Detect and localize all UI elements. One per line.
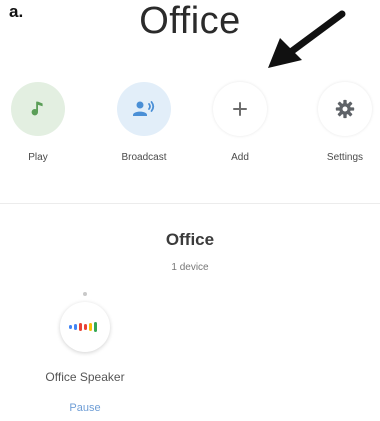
settings-button[interactable]: Settings (300, 82, 380, 163)
status-dot (83, 292, 87, 296)
broadcast-button[interactable]: Broadcast (99, 82, 189, 163)
gear-icon (335, 99, 355, 119)
plus-icon (233, 102, 247, 116)
settings-label: Settings (326, 152, 364, 163)
device-count: 1 device (171, 262, 209, 273)
section-divider (0, 203, 380, 204)
arrow-pointer-icon (268, 10, 346, 68)
speaker-equalizer-icon (69, 322, 97, 332)
play-label: Play (28, 152, 48, 163)
add-circle[interactable] (213, 82, 267, 136)
add-button[interactable]: Add (195, 82, 285, 163)
add-label: Add (231, 152, 249, 163)
broadcast-circle[interactable] (117, 82, 171, 136)
device-icon-circle[interactable] (60, 302, 110, 352)
device-name: Office Speaker (45, 370, 125, 384)
play-button[interactable]: Play (0, 82, 83, 163)
pause-button[interactable]: Pause (10, 402, 160, 414)
settings-circle[interactable] (318, 82, 372, 136)
broadcast-label: Broadcast (121, 152, 167, 163)
devices-section-title: Office (165, 230, 215, 249)
device-card[interactable]: Office Speaker Pause (10, 292, 160, 414)
music-note-icon (31, 101, 43, 116)
play-circle[interactable] (11, 82, 65, 136)
broadcast-icon (133, 101, 155, 116)
action-bar: Play Broadcast Add Settings (0, 82, 380, 182)
